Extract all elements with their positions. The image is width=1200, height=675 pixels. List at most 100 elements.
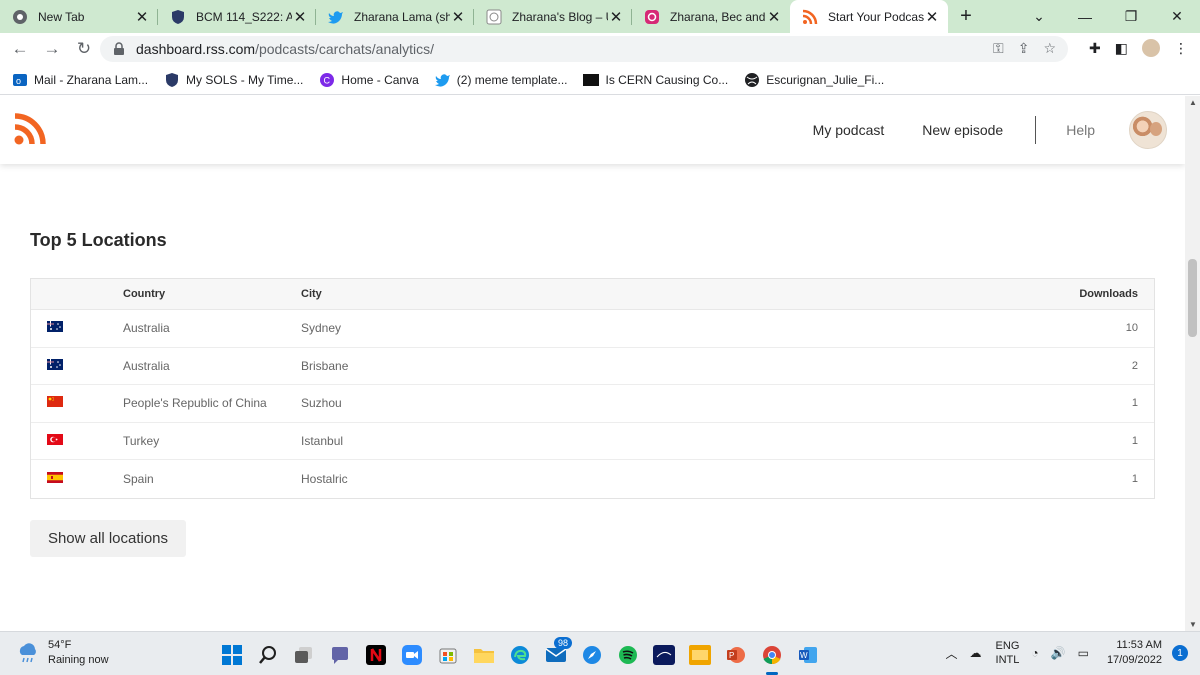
table-row: Turkey Istanbul 1 [31,423,1154,460]
downloads-cell: 2 [1131,359,1138,372]
weather-widget[interactable]: 54°F Raining now [16,638,109,668]
close-icon[interactable]: ✕ [134,8,150,26]
disney-plus-icon[interactable] [646,640,682,670]
close-window-icon[interactable]: ✕ [1154,8,1200,25]
system-tray: ︿ ☁ ENG INTL ◔ 🔊 ▭ 11:53 AM 17/09/2022 1 [934,638,1188,668]
close-icon[interactable]: ✕ [450,8,466,26]
nav-help[interactable]: Help [1066,122,1095,138]
scroll-up-icon[interactable]: ▲ [1189,98,1197,107]
lock-icon [114,42,124,55]
close-icon[interactable]: ✕ [292,8,308,26]
browser-toolbar: ← → ↻ dashboard.rss.com/podcasts/carchat… [0,33,1200,65]
wifi-icon[interactable]: ◔ [1031,646,1038,660]
scroll-down-icon[interactable]: ▼ [1189,620,1197,629]
canva-icon: C [319,72,335,88]
shield-icon [170,9,186,25]
zoom-icon[interactable] [394,640,430,670]
bookmark-escurignan[interactable]: Escurignan_Julie_Fi... [744,72,884,88]
omnibox-actions: ⚿ ⇪ ☆ [993,40,1056,57]
notification-badge[interactable]: 1 [1172,645,1188,661]
volume-icon[interactable]: 🔊 [1051,646,1066,660]
bookmark-sols[interactable]: My SOLS - My Time... [164,72,303,88]
clock-time: 11:53 AM [1116,639,1162,651]
tab-title: Zharana Lama (she [354,9,450,24]
restore-icon[interactable]: ❐ [1108,8,1154,25]
tab-instagram[interactable]: Zharana, Bec and Ja ✕ [632,0,790,33]
bookmark-cern[interactable]: Is CERN Causing Co... [583,72,728,88]
close-icon[interactable]: ✕ [924,8,940,26]
nav-new-episode[interactable]: New episode [922,122,1003,138]
teams-chat-icon[interactable] [322,640,358,670]
browser-tab-strip: New Tab ✕ BCM 114_S222: Ass ✕ Zharana La… [0,0,1200,33]
menu-kebab-icon[interactable]: ⋮ [1174,40,1188,57]
powerpoint-icon[interactable]: P [718,640,754,670]
table-header: Country City Downloads [31,279,1154,310]
tab-twitter[interactable]: Zharana Lama (she ✕ [316,0,474,33]
taskbar-apps: 98 P W [214,637,826,675]
share-icon[interactable]: ⇪ [1018,40,1030,57]
tab-title: Zharana, Bec and Ja [670,9,766,24]
netflix-icon[interactable] [358,640,394,670]
rss-icon [802,9,818,25]
mail-icon[interactable]: 98 [538,637,574,670]
address-bar[interactable]: dashboard.rss.com/podcasts/carchats/anal… [100,36,1068,62]
edge-icon[interactable] [502,640,538,670]
battery-icon[interactable]: ▭ [1078,646,1089,660]
side-panel-icon[interactable]: ◧ [1115,40,1128,57]
close-icon[interactable]: ✕ [766,8,782,26]
tab-title: New Tab [38,9,85,24]
bookmark-mail[interactable]: o Mail - Zharana Lam... [12,72,148,88]
task-view-icon[interactable] [286,640,322,670]
downloads-cell: 1 [1131,397,1138,410]
safari-compass-icon[interactable] [574,640,610,670]
search-icon[interactable] [250,640,286,670]
tab-search-icon[interactable]: ⌄ [1016,8,1062,25]
windows-start-icon[interactable] [214,640,250,670]
clock-date: 17/09/2022 [1106,654,1162,666]
new-tab-button[interactable]: + [948,0,984,33]
reload-icon[interactable]: ↻ [68,39,100,59]
bookmark-meme[interactable]: (2) meme template... [434,72,567,88]
spotify-icon[interactable] [610,640,646,670]
col-downloads: Downloads [1079,288,1138,300]
chrome-icon[interactable] [754,640,790,675]
site-header: My podcast New episode Help [0,96,1185,164]
bookmark-canva[interactable]: C Home - Canva [319,72,419,88]
tab-start-your-podcast[interactable]: Start Your Podcast ✕ [790,0,948,33]
profile-avatar-icon[interactable] [1142,39,1160,57]
language-indicator[interactable]: ENG INTL [996,639,1020,667]
australia-flag-icon [47,358,63,370]
forward-icon[interactable]: → [36,39,68,59]
tab-title: BCM 114_S222: Ass [196,9,292,24]
page-scrollbar[interactable]: ▲ ▼ [1185,96,1200,631]
file-explorer-icon[interactable] [466,640,502,670]
table-row: Australia Sydney 10 [31,310,1154,348]
show-all-locations-button[interactable]: Show all locations [30,520,186,557]
nav-my-podcast[interactable]: My podcast [813,122,885,138]
col-country: Country [123,288,166,300]
star-icon[interactable]: ☆ [1043,40,1056,57]
microsoft-store-icon[interactable] [430,640,466,670]
mail-badge: 98 [553,637,572,649]
avatar[interactable] [1129,111,1167,149]
tab-bcm114[interactable]: BCM 114_S222: Ass ✕ [158,0,316,33]
shield-icon [164,72,180,88]
chevron-up-icon[interactable]: ︿ [946,645,958,662]
word-icon[interactable]: W [790,640,826,670]
table-row: Spain Hostalric 1 [31,460,1154,498]
col-city: City [301,288,322,300]
minimize-icon[interactable]: — [1062,9,1108,25]
tab-blog[interactable]: Zharana's Blog – U ✕ [474,0,632,33]
back-icon[interactable]: ← [4,39,36,59]
onedrive-icon[interactable]: ☁ [970,646,982,660]
sticky-app-icon[interactable] [682,640,718,670]
tab-new-tab[interactable]: New Tab ✕ [0,0,158,33]
close-icon[interactable]: ✕ [608,8,624,26]
rss-logo-icon[interactable] [14,113,46,145]
key-icon[interactable]: ⚿ [993,40,1004,57]
clock[interactable]: 11:53 AM 17/09/2022 [1107,638,1162,668]
scrollbar-thumb[interactable] [1188,259,1197,337]
bookmarks-bar: o Mail - Zharana Lam... My SOLS - My Tim… [0,65,1200,95]
chrome-icon [12,9,28,25]
extensions-puzzle-icon[interactable]: ✚ [1089,40,1101,57]
